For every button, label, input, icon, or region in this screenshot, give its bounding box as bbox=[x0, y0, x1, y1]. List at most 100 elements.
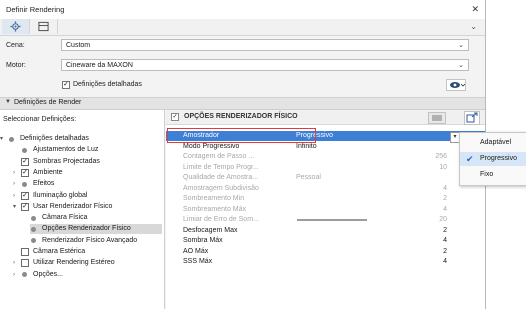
detailed-settings-checkbox[interactable]: ✓ bbox=[62, 81, 70, 89]
tree-item[interactable]: Definições detalhadas bbox=[20, 134, 89, 144]
property-name: AO Máx bbox=[183, 247, 209, 255]
collapse-arrow-icon: ▼ bbox=[5, 99, 11, 105]
cena-select[interactable]: Custom ⌄ bbox=[61, 39, 469, 51]
motor-label: Motor: bbox=[6, 62, 26, 69]
detailed-settings-label: Definições detalhadas bbox=[73, 81, 142, 88]
property-name: Desfocagem Max bbox=[183, 226, 238, 234]
tab-settings[interactable] bbox=[2, 19, 30, 34]
error-threshold-slider[interactable] bbox=[297, 219, 367, 221]
property-number[interactable]: 4 bbox=[443, 184, 447, 194]
menu-item-label: Progressivo bbox=[480, 155, 517, 162]
property-row[interactable]: Amostragem Subdivisão 4 bbox=[166, 184, 485, 194]
tree-checkbox[interactable]: ✓ bbox=[21, 191, 29, 200]
property-number[interactable]: 256 bbox=[435, 152, 447, 162]
menu-item-label: Fixo bbox=[480, 171, 494, 178]
sampler-dropdown-menu: Adaptável ✔ Progressivo Fixo bbox=[459, 132, 526, 186]
bullet-icon bbox=[22, 272, 27, 278]
property-number[interactable]: 20 bbox=[439, 215, 447, 225]
preview-toggle-button[interactable] bbox=[446, 79, 466, 91]
tab-bar: ⌄ bbox=[0, 19, 485, 36]
export-icon bbox=[466, 112, 478, 123]
section-title: Definições de Render bbox=[14, 99, 82, 106]
bullet-icon bbox=[22, 181, 27, 187]
property-name: Sombreamento Máx bbox=[183, 205, 247, 213]
property-row[interactable]: Modo Progressivo Infinito bbox=[166, 142, 485, 152]
motor-select[interactable]: Cineware da MAXON ⌄ bbox=[61, 59, 469, 71]
property-row[interactable]: Sombreamento Min 2 bbox=[166, 194, 485, 204]
tree-item[interactable]: Utilizar Rendering Estéreo bbox=[33, 258, 115, 268]
property-row[interactable]: AO Máx 2 bbox=[166, 247, 485, 257]
property-number[interactable]: 4 bbox=[443, 257, 447, 267]
property-row[interactable]: Sombra Máx 4 bbox=[166, 236, 485, 246]
cena-label: Cena: bbox=[6, 42, 25, 49]
tree-checkbox[interactable]: ✓ bbox=[21, 202, 29, 211]
checkmark-icon: ✔ bbox=[466, 154, 474, 164]
list-view-button[interactable] bbox=[428, 112, 446, 124]
chevron-right-icon[interactable]: › bbox=[13, 270, 15, 280]
property-number[interactable]: 10 bbox=[439, 163, 447, 173]
property-row[interactable]: Qualidade de Amostra... Pessoal bbox=[166, 173, 485, 183]
property-value[interactable]: Pessoal bbox=[296, 173, 321, 183]
chevron-down-icon: ▾ bbox=[453, 134, 457, 140]
export-button[interactable] bbox=[464, 111, 480, 125]
tree-checkbox[interactable] bbox=[21, 259, 29, 268]
property-number[interactable]: 2 bbox=[443, 226, 447, 236]
property-number[interactable]: 2 bbox=[443, 194, 447, 204]
tree-item[interactable]: Ambiente bbox=[33, 168, 63, 178]
tree-item[interactable]: Câmara Estérica bbox=[33, 247, 85, 257]
motor-value: Cineware da MAXON bbox=[66, 62, 133, 69]
chevron-right-icon[interactable]: › bbox=[13, 168, 15, 178]
tree-item[interactable]: Ajustamentos de Luz bbox=[33, 145, 98, 155]
menu-item-fixo[interactable]: Fixo bbox=[460, 168, 526, 182]
property-row[interactable]: Contagem de Passo ... 256 bbox=[166, 152, 485, 162]
tab-window[interactable] bbox=[30, 19, 58, 34]
property-name: Sombreamento Min bbox=[183, 195, 245, 202]
chevron-right-icon[interactable]: › bbox=[13, 191, 15, 201]
tree-checkbox[interactable]: ✓ bbox=[21, 157, 29, 166]
tree-item[interactable]: Efeitos bbox=[33, 179, 54, 189]
tree-item[interactable]: Sombras Projectadas bbox=[33, 157, 100, 167]
chevron-right-icon[interactable]: › bbox=[13, 258, 15, 268]
menu-item-progressivo[interactable]: ✔ Progressivo bbox=[460, 152, 526, 166]
property-name: Limiar de Erro de Som... bbox=[183, 216, 259, 223]
select-settings-label: Seleccionar Definições: bbox=[3, 116, 77, 123]
tree-checkbox[interactable]: ✓ bbox=[21, 168, 29, 177]
render-settings-section[interactable]: ▼ Definições de Render bbox=[0, 97, 485, 110]
bullet-icon bbox=[31, 226, 36, 232]
property-row[interactable]: Limite de Tempo Progr... 10 bbox=[166, 163, 485, 173]
property-number[interactable]: 4 bbox=[443, 205, 447, 215]
property-name: Contagem de Passo ... bbox=[183, 153, 255, 160]
property-name: Sombra Máx bbox=[183, 237, 223, 244]
chevron-down-icon: ⌄ bbox=[458, 62, 464, 69]
tree-item[interactable]: Iluminação global bbox=[33, 191, 87, 201]
panel-title: OPÇÕES RENDERIZADOR FÍSICO bbox=[184, 113, 298, 120]
property-row[interactable]: SSS Máx 4 bbox=[166, 257, 485, 267]
chevron-down-icon[interactable]: ▾ bbox=[13, 202, 16, 212]
tree-item[interactable]: Opções Renderizador Físico bbox=[42, 224, 131, 234]
property-name: Limite de Tempo Progr... bbox=[183, 163, 259, 171]
tree-item[interactable]: Câmara Física bbox=[42, 213, 88, 223]
close-icon[interactable]: ✕ bbox=[471, 4, 479, 15]
property-number[interactable]: 2 bbox=[443, 247, 447, 257]
eye-icon bbox=[450, 82, 465, 88]
bullet-icon bbox=[9, 136, 14, 142]
property-row[interactable]: Sombreamento Máx 4 bbox=[166, 205, 485, 215]
chevron-down-icon[interactable]: ⌄ bbox=[470, 22, 477, 31]
panel-header: ✓ OPÇÕES RENDERIZADOR FÍSICO bbox=[166, 110, 485, 125]
title-bar: Definir Rendering ✕ bbox=[0, 0, 485, 20]
tree-checkbox[interactable] bbox=[21, 248, 29, 256]
cena-value: Custom bbox=[66, 42, 91, 49]
property-value[interactable]: Infinito bbox=[296, 142, 317, 152]
tree-item[interactable]: Renderizador Físico Avançado bbox=[42, 236, 137, 246]
property-row[interactable]: Limiar de Erro de Som... 20 bbox=[166, 215, 485, 225]
tree-item[interactable]: Usar Renderizador Físico bbox=[33, 202, 112, 212]
chevron-down-icon[interactable]: ▾ bbox=[0, 134, 3, 144]
property-number[interactable]: 4 bbox=[443, 236, 447, 246]
tree-item[interactable]: Opções... bbox=[33, 270, 63, 280]
property-row[interactable]: Desfocagem Max 2 bbox=[166, 226, 485, 236]
property-name: SSS Máx bbox=[183, 258, 213, 265]
menu-item-adaptavel[interactable]: Adaptável bbox=[460, 136, 526, 150]
checkbox-icon: ✓ bbox=[171, 113, 179, 121]
list-icon bbox=[432, 115, 442, 121]
chevron-right-icon[interactable]: › bbox=[13, 179, 15, 189]
